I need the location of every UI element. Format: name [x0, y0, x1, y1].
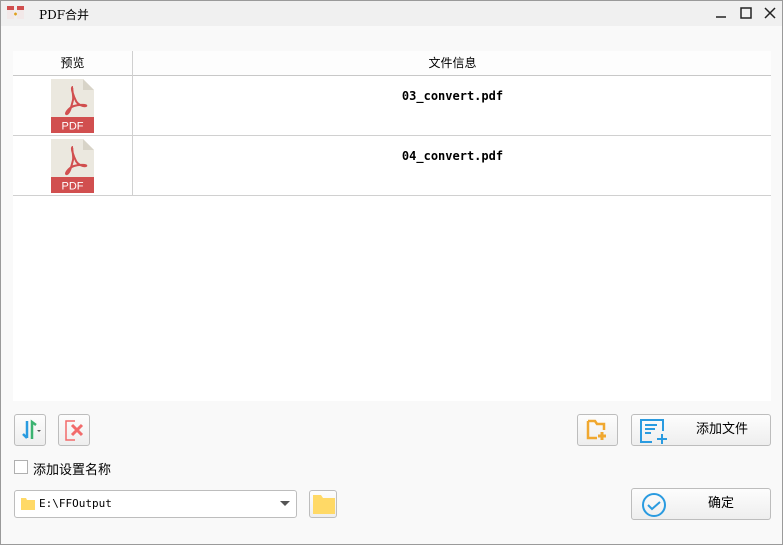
file-name: 04_convert.pdf	[401, 149, 504, 163]
pdf-merge-window: PDF合并 预览 文件信息 PDF 03_convert.pdf PDF 04_…	[0, 0, 783, 545]
app-icon	[7, 6, 24, 19]
preview-cell: PDF	[13, 76, 133, 136]
folder-icon	[21, 498, 35, 510]
browse-folder-button[interactable]	[309, 490, 337, 518]
remove-file-button[interactable]	[58, 414, 90, 446]
add-folder-button[interactable]	[577, 414, 618, 446]
sort-button[interactable]	[14, 414, 46, 446]
sort-icon	[22, 419, 41, 439]
delete-file-icon	[65, 420, 84, 441]
table-header: 预览 文件信息	[13, 51, 771, 76]
add-folder-icon	[586, 419, 606, 440]
file-table: 预览 文件信息 PDF 03_convert.pdf PDF 04_conver…	[13, 51, 771, 401]
add-file-button[interactable]: 添加文件	[631, 414, 771, 446]
file-name: 03_convert.pdf	[401, 89, 504, 103]
header-preview: 预览	[13, 51, 133, 76]
window-title: PDF合并	[39, 8, 90, 22]
add-name-checkbox[interactable]	[14, 460, 28, 474]
header-file-info: 文件信息	[428, 56, 477, 70]
output-path: E:\FFOutput	[39, 497, 112, 510]
pdf-icon-label: PDF	[62, 181, 84, 193]
add-file-label: 添加文件	[696, 422, 749, 437]
add-file-icon	[640, 419, 667, 444]
pdf-file-icon: PDF	[51, 139, 94, 193]
title-bar: PDF合并	[1, 1, 782, 26]
folder-icon	[313, 495, 335, 514]
chevron-down-icon	[280, 501, 290, 506]
minimize-icon[interactable]	[713, 5, 729, 21]
check-circle-icon	[642, 493, 666, 517]
pdf-icon-label: PDF	[62, 121, 84, 133]
preview-cell: PDF	[13, 136, 133, 196]
confirm-button[interactable]: 确定	[631, 488, 771, 520]
output-path-select[interactable]: E:\FFOutput	[14, 490, 297, 518]
pdf-file-icon: PDF	[51, 79, 94, 133]
confirm-label: 确定	[708, 496, 735, 511]
maximize-icon[interactable]	[738, 5, 754, 21]
table-row[interactable]: PDF 04_convert.pdf	[13, 136, 771, 196]
add-name-label: 添加设置名称	[33, 463, 112, 478]
table-row[interactable]: PDF 03_convert.pdf	[13, 76, 771, 136]
close-icon[interactable]	[762, 5, 778, 21]
